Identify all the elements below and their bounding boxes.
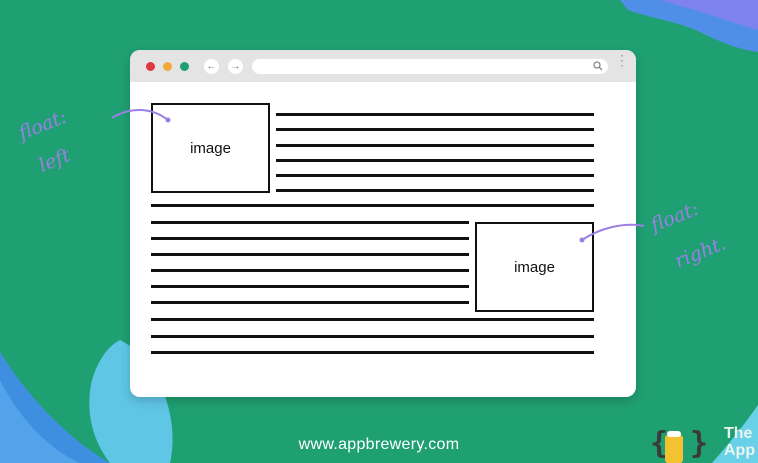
app-brewery-logo-icon: { }	[650, 426, 708, 463]
footer-url[interactable]: www.appbrewery.com	[0, 436, 758, 454]
brand-line1: The	[724, 425, 753, 442]
float-right-arrow	[581, 223, 645, 241]
float-left-arrow	[111, 109, 169, 121]
brand-line2: App	[724, 442, 756, 459]
brand-text: The App	[724, 425, 755, 459]
float-left-note-line2: left	[36, 144, 74, 177]
float-right-note-line1: float:	[646, 198, 702, 238]
float-left-note-line1: float:	[14, 106, 70, 146]
annotation-arrows: float: left float: right.	[14, 106, 730, 273]
svg-text:}: }	[690, 426, 708, 461]
float-right-note-line2: right.	[672, 232, 730, 272]
